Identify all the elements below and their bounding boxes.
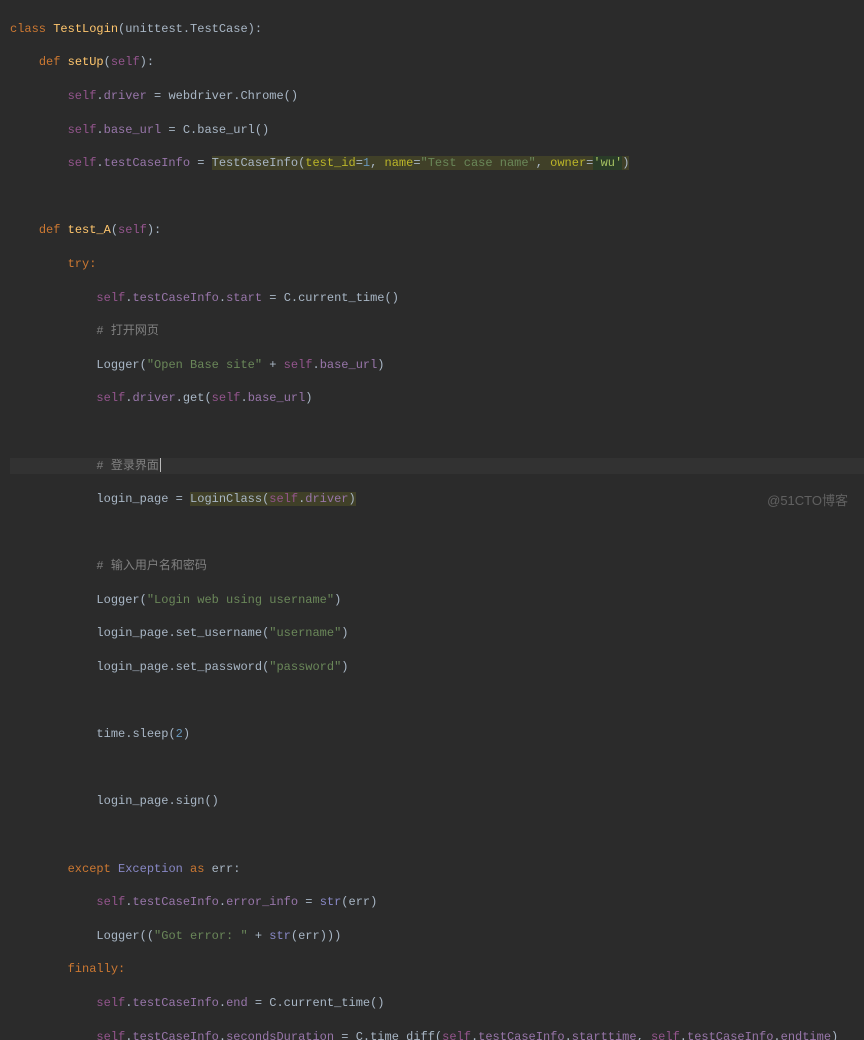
method-test-a: test_A xyxy=(68,223,111,237)
code-line: self.driver = webdriver.Chrome() xyxy=(10,88,864,105)
text-caret xyxy=(160,458,161,472)
base-class: unittest.TestCase xyxy=(125,22,247,36)
code-line xyxy=(10,693,864,710)
code-line: login_page = LoginClass(self.driver) xyxy=(10,491,864,508)
code-line xyxy=(10,525,864,542)
code-line xyxy=(10,827,864,844)
code-line: except Exception as err: xyxy=(10,861,864,878)
code-line: self.testCaseInfo = TestCaseInfo(test_id… xyxy=(10,155,864,172)
code-line: self.testCaseInfo.error_info = str(err) xyxy=(10,894,864,911)
code-line: self.driver.get(self.base_url) xyxy=(10,390,864,407)
code-line: # 输入用户名和密码 xyxy=(10,558,864,575)
code-line: time.sleep(2) xyxy=(10,726,864,743)
code-line: self.testCaseInfo.secondsDuration = C.ti… xyxy=(10,1029,864,1040)
watermark: @51CTO博客 xyxy=(767,492,848,510)
class-name: TestLogin xyxy=(53,22,118,36)
code-editor[interactable]: class TestLogin(unittest.TestCase): def … xyxy=(0,0,864,1040)
code-line-current: # 登录界面 xyxy=(10,458,864,475)
method-setup: setUp xyxy=(68,55,104,69)
comment: # 输入用户名和密码 xyxy=(96,559,206,573)
code-line: login_page.set_username("username") xyxy=(10,625,864,642)
code-line: Logger(("Got error: " + str(err))) xyxy=(10,928,864,945)
code-line: Logger("Open Base site" + self.base_url) xyxy=(10,357,864,374)
code-line: self.testCaseInfo.start = C.current_time… xyxy=(10,290,864,307)
code-line: class TestLogin(unittest.TestCase): xyxy=(10,21,864,38)
code-line: login_page.sign() xyxy=(10,793,864,810)
comment: # 打开网页 xyxy=(96,324,158,338)
code-line: def test_A(self): xyxy=(10,222,864,239)
keyword-class: class xyxy=(10,22,46,36)
code-line xyxy=(10,760,864,777)
code-line: login_page.set_password("password") xyxy=(10,659,864,676)
code-line: self.testCaseInfo.end = C.current_time() xyxy=(10,995,864,1012)
code-line: def setUp(self): xyxy=(10,54,864,71)
code-line: # 打开网页 xyxy=(10,323,864,340)
code-line: try: xyxy=(10,256,864,273)
code-line xyxy=(10,424,864,441)
code-line: self.base_url = C.base_url() xyxy=(10,122,864,139)
comment: # 登录界面 xyxy=(96,459,158,473)
code-line: finally: xyxy=(10,961,864,978)
code-line: Logger("Login web using username") xyxy=(10,592,864,609)
code-line xyxy=(10,189,864,206)
